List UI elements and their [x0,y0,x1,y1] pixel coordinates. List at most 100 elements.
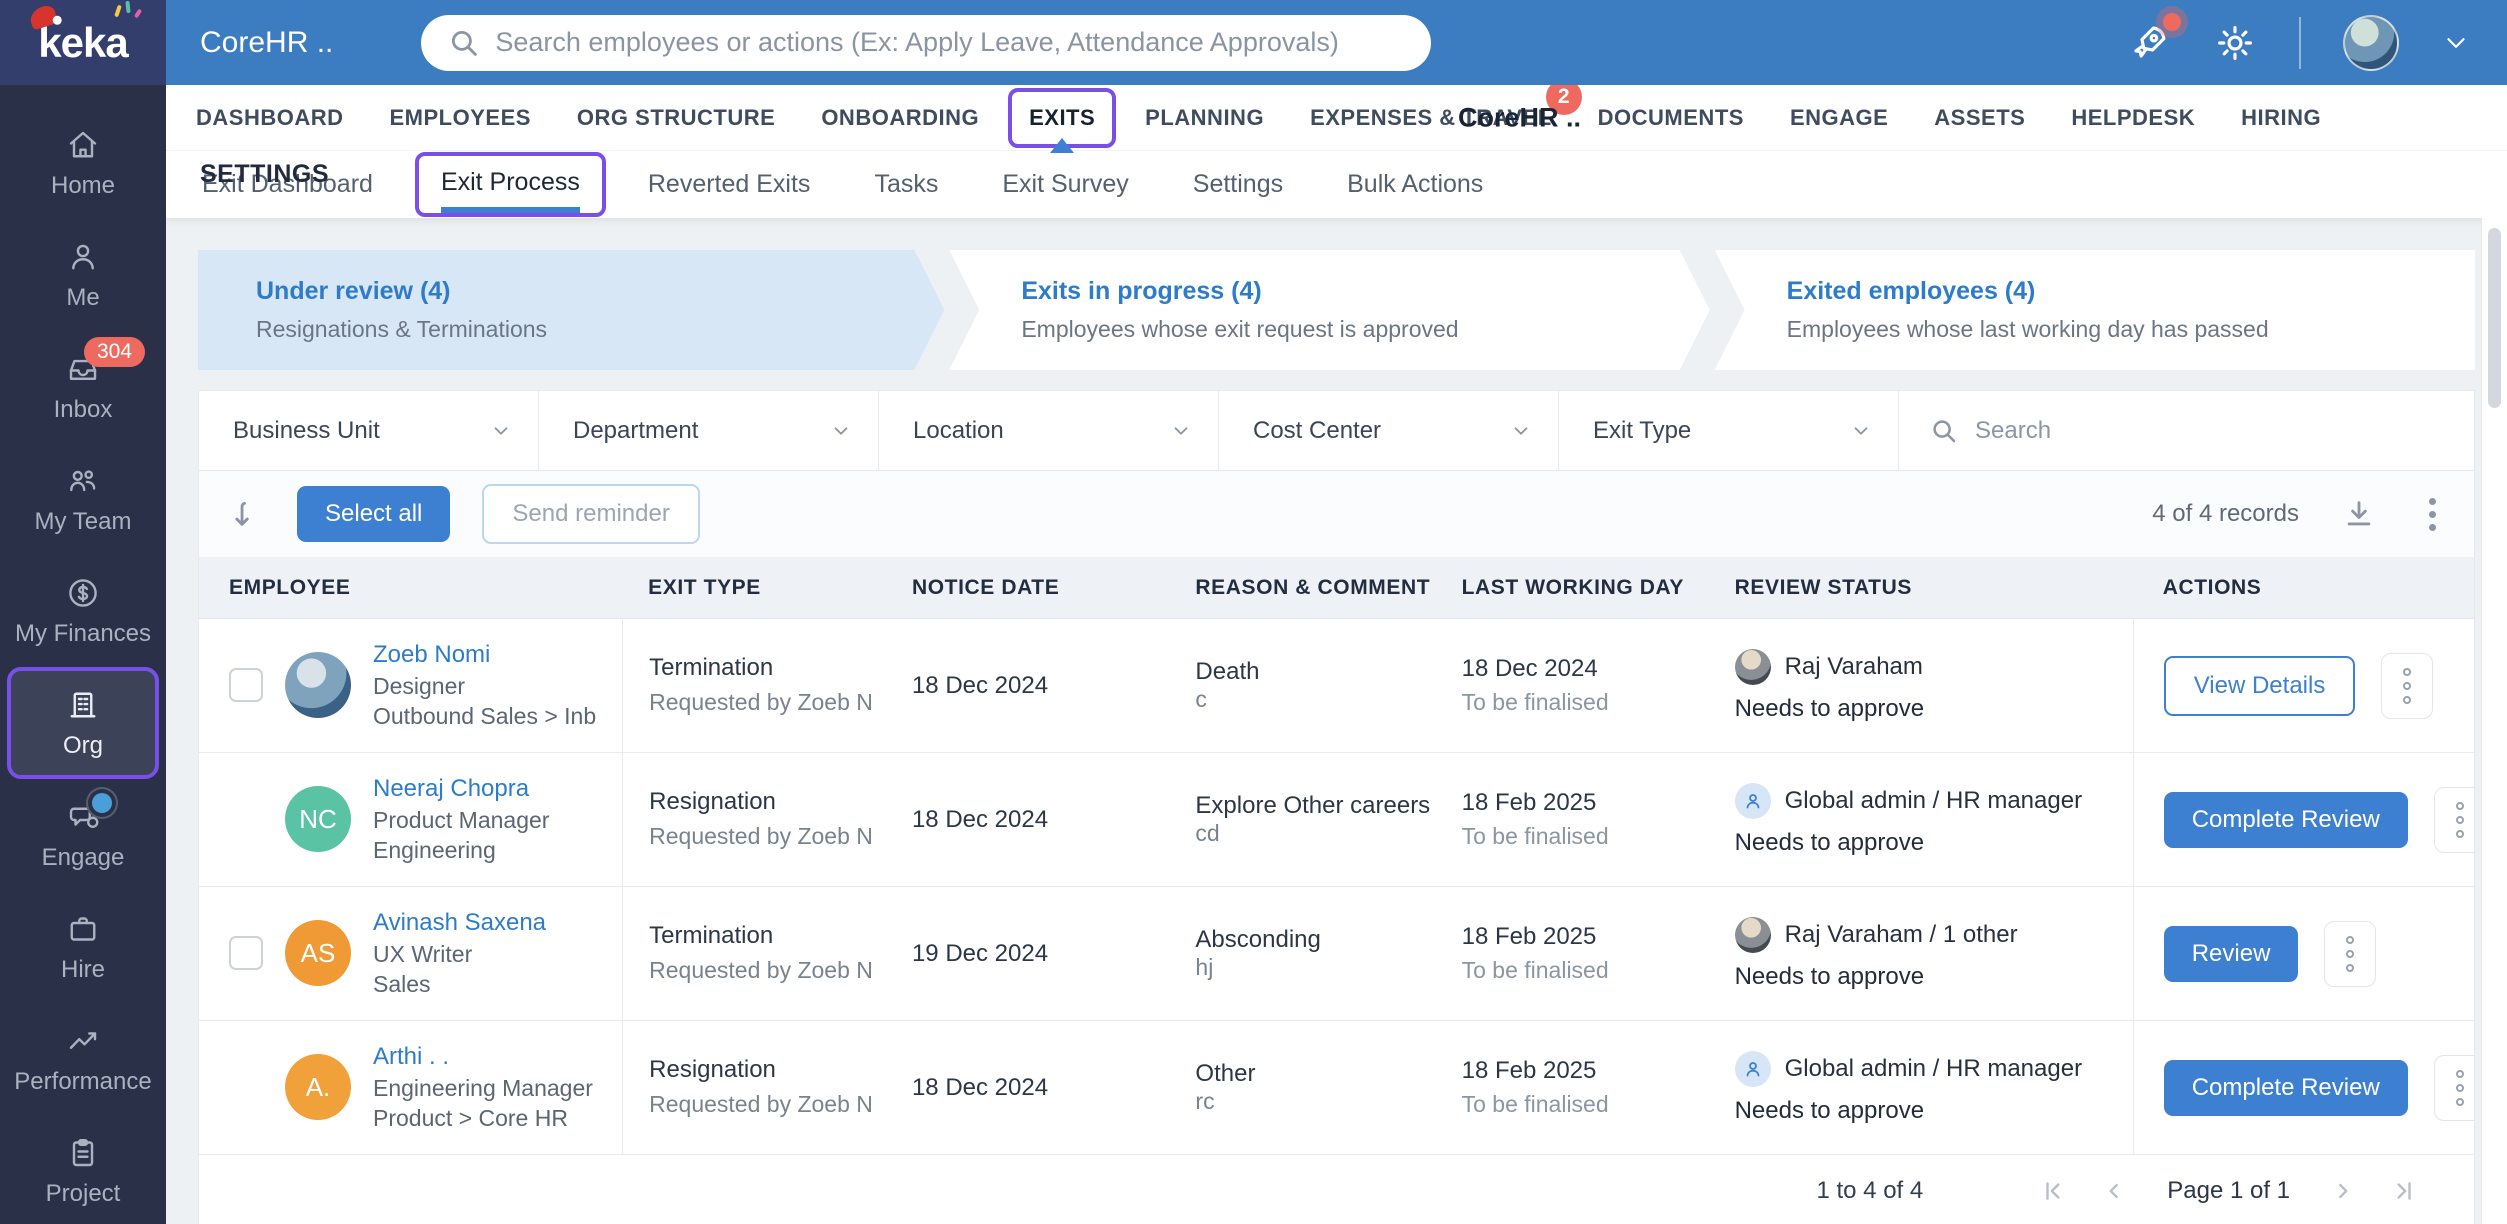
subtab-bulk-actions[interactable]: Bulk Actions [1347,170,1483,199]
rocket-launch-icon[interactable] [2127,12,2181,65]
employee-avatar [285,652,351,719]
tab-documents[interactable]: DOCUMENTS [1598,105,1744,131]
table-toolbar: Select all Send reminder 4 of 4 records [199,471,2474,557]
tab-hiring[interactable]: HIRING [2241,105,2321,131]
complete-review-button[interactable]: Complete Review [2163,1059,2408,1116]
col-last-working-day: LAST WORKING DAY [1461,575,1684,599]
filter-location[interactable]: Location [879,391,1219,470]
global-search-input[interactable]: Search employees or actions (Ex: Apply L… [421,14,1432,71]
sort-descending-icon[interactable] [229,497,263,531]
sidebar-item-inbox[interactable]: 304 Inbox [0,331,166,443]
first-page-icon[interactable] [2041,1178,2067,1204]
sidebar-item-engage[interactable]: Engage [0,779,166,891]
tab-onboarding[interactable]: ONBOARDING [821,105,979,131]
tab-employees[interactable]: EMPLOYEES [390,105,531,131]
chevron-down-icon [494,426,508,435]
page-scrollbar[interactable] [2481,218,2507,1224]
sidebar-item-my-finances[interactable]: My Finances [0,555,166,667]
table-search-placeholder: Search [1975,416,2052,444]
exit-list-card: Business Unit Department Location Cost C… [198,390,2475,1224]
view-details-button[interactable]: View Details [2163,655,2356,716]
stage-exited-employees[interactable]: Exited employees (4) Employees whose las… [1714,250,2475,370]
employee-name-link[interactable]: Zoeb Nomi [373,639,596,671]
review-status: Needs to approve [1734,828,1925,856]
employee-name-link[interactable]: Arthi . . [373,1041,593,1073]
settings-gear-icon[interactable] [2213,21,2257,65]
tab-planning[interactable]: PLANNING [1145,105,1264,131]
tab-expenses-travel[interactable]: EXPENSES & TRAVEL [1310,105,1552,130]
expenses-badge: 2 [1545,85,1582,115]
filter-exit-type[interactable]: Exit Type [1559,391,1899,470]
row-actions-kebab-icon[interactable] [2381,652,2434,719]
last-page-icon[interactable] [2390,1178,2416,1204]
profile-chevron-down-icon[interactable] [2441,28,2471,58]
employee-name-link[interactable]: Avinash Saxena [373,907,546,939]
exits-subnav: SETTINGS Exit Dashboard Exit Process Rev… [166,150,2507,218]
last-working-day: 18 Feb 2025 [1461,789,1597,816]
subtab-tasks[interactable]: Tasks [874,170,938,199]
previous-page-icon[interactable] [2101,1178,2127,1204]
subtab-reverted-exits[interactable]: Reverted Exits [648,170,811,199]
last-working-day: 18 Feb 2025 [1461,1057,1597,1084]
employee-role: Engineering Manager [373,1074,593,1101]
row-checkbox[interactable] [229,936,263,971]
download-icon[interactable] [2339,494,2379,534]
scrollbar-thumb[interactable] [2488,228,2501,408]
subtab-exit-process[interactable]: Exit Process [440,168,580,213]
notice-date: 19 Dec 2024 [911,939,1049,967]
sidebar: Home Me 304 Inbox My Team My Finances Or… [0,85,166,1224]
next-page-icon[interactable] [2330,1178,2356,1204]
sidebar-item-me[interactable]: Me [0,219,166,331]
complete-review-button[interactable]: Complete Review [2163,791,2408,848]
exit-comment: rc [1195,1088,1215,1114]
sidebar-item-hire[interactable]: Hire [0,891,166,1003]
tab-engage[interactable]: ENGAGE [1790,105,1888,131]
row-actions-kebab-icon[interactable] [2324,920,2377,987]
employee-avatar: AS [285,920,351,987]
engage-notification-dot [92,793,112,813]
topbar-divider [2299,16,2301,69]
select-all-button[interactable]: Select all [297,486,451,542]
subtab-settings[interactable]: Settings [1193,170,1283,199]
employee-avatar: A. [285,1054,351,1121]
tab-org-structure[interactable]: ORG STRUCTURE [577,105,775,131]
sidebar-item-home[interactable]: Home [0,107,166,219]
table-row: Zoeb Nomi Designer Outbound Sales > Inb … [199,619,2474,753]
user-avatar[interactable] [2343,14,2399,71]
org-building-icon [70,692,96,717]
reviewer-person-icon [1734,1050,1771,1087]
table-options-kebab-icon[interactable] [2419,494,2446,535]
sidebar-item-project[interactable]: Project [0,1115,166,1224]
sidebar-item-performance[interactable]: Performance [0,1003,166,1115]
stage-under-review[interactable]: Under review (4) Resignations & Terminat… [198,250,944,370]
tab-dashboard[interactable]: DASHBOARD [196,105,344,131]
filter-cost-center[interactable]: Cost Center [1219,391,1559,470]
send-reminder-button[interactable]: Send reminder [482,484,700,544]
filter-business-unit[interactable]: Business Unit [199,391,539,470]
row-actions-kebab-icon[interactable] [2433,1054,2474,1121]
records-count: 4 of 4 records [2152,500,2299,527]
row-checkbox[interactable] [229,668,263,703]
tab-exits[interactable]: EXITS [1029,105,1095,130]
product-switcher[interactable]: CoreHR .. [200,26,333,60]
table-search-input[interactable]: Search [1899,391,2474,470]
reviewer-person-icon [1734,782,1771,819]
app-window: keka CoreHR .. Search employees or actio… [0,0,2507,1224]
review-button[interactable]: Review [2163,925,2299,982]
table-header-row: EMPLOYEE EXIT TYPE NOTICE DATE REASON & … [199,557,2474,619]
filter-department[interactable]: Department [539,391,879,470]
subtab-exit-dashboard[interactable]: Exit Dashboard [202,170,373,199]
sidebar-item-my-team[interactable]: My Team [0,443,166,555]
subtab-exit-survey[interactable]: Exit Survey [1002,170,1128,199]
tab-assets[interactable]: ASSETS [1934,105,2025,131]
employee-name-link[interactable]: Neeraj Chopra [373,773,549,805]
row-actions-kebab-icon[interactable] [2433,786,2474,853]
sidebar-item-org[interactable]: Org [7,667,159,779]
tab-helpdesk[interactable]: HELPDESK [2071,105,2195,131]
module-nav: DASHBOARD EMPLOYEES ORG STRUCTURE ONBOAR… [166,85,2507,153]
stage-exits-in-progress[interactable]: Exits in progress (4) Employees whose ex… [949,250,1709,370]
reviewer-name: Raj Varaham [1784,652,1923,680]
finances-dollar-icon [69,578,97,607]
search-icon [452,30,478,56]
chevron-down-icon [1514,426,1528,435]
